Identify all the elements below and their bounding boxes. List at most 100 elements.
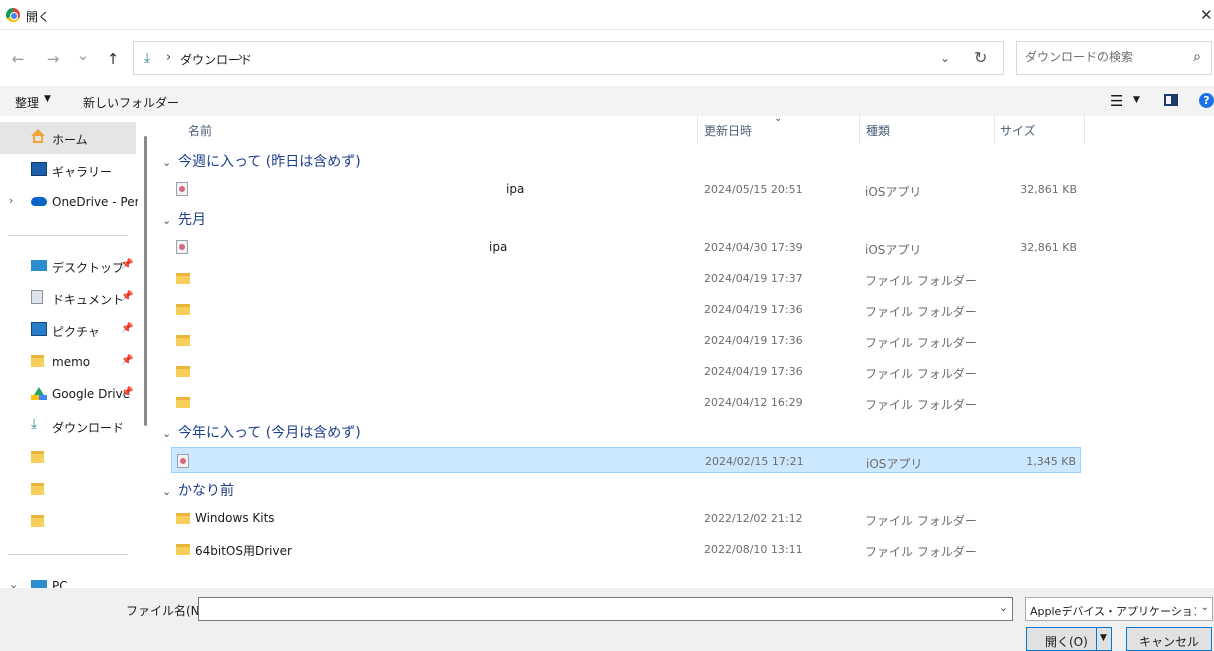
file-type-dropdown-icon[interactable]: ⌄: [1201, 602, 1209, 613]
address-dropdown-icon[interactable]: ⌄: [940, 51, 950, 65]
help-icon[interactable]: ?: [1199, 93, 1214, 108]
open-button[interactable]: 開く(O) ▼: [1026, 627, 1112, 651]
file-size: 1,345 KB: [1026, 455, 1076, 468]
dialog-footer: ファイル名(N): ⌄ Appleデバイス・アプリケーションファイル ⌄ 開く(…: [0, 588, 1214, 651]
file-date: 2024/04/30 17:39: [704, 241, 803, 254]
home-icon: [31, 129, 45, 136]
ipa-file-icon: [176, 182, 188, 196]
sidebar-item-documents[interactable]: ドキュメント 📌: [0, 282, 136, 314]
file-name: Windows Kits: [195, 511, 275, 525]
file-row[interactable]: 2024/04/19 17:37 ファイル フォルダー: [171, 265, 1081, 291]
column-header-size[interactable]: サイズ: [1000, 122, 1036, 150]
search-box[interactable]: ⌕: [1016, 41, 1212, 75]
new-folder-button[interactable]: 新しいフォルダー: [83, 94, 179, 111]
file-row[interactable]: ipa 2024/05/15 20:51 iOSアプリ 32,861 KB: [171, 176, 1081, 202]
file-row[interactable]: 64bitOS用Driver 2022/08/10 13:11 ファイル フォル…: [171, 536, 1081, 562]
collapse-chevron-icon[interactable]: ⌄: [162, 485, 178, 498]
preview-pane-icon[interactable]: [1164, 94, 1178, 106]
column-header-name[interactable]: 名前: [188, 122, 212, 150]
up-arrow-icon[interactable]: ↑: [103, 50, 123, 68]
file-date: 2024/04/19 17:36: [704, 334, 803, 347]
sidebar-item-folder[interactable]: [0, 474, 136, 506]
sidebar-scrollbar[interactable]: [144, 136, 147, 426]
sidebar-item-downloads[interactable]: ⤓ ダウンロード: [0, 410, 136, 442]
filename-input[interactable]: [203, 601, 983, 617]
column-header-date[interactable]: 更新日時: [704, 122, 752, 150]
ipa-file-icon: [177, 454, 189, 468]
google-drive-icon-part: [39, 395, 47, 400]
file-date: 2024/05/15 20:51: [704, 183, 803, 196]
sidebar-item-gallery[interactable]: ギャラリー: [0, 154, 136, 186]
sidebar-item-google-drive[interactable]: Google Drive 📌: [0, 378, 136, 410]
file-date: 2024/04/19 17:36: [704, 303, 803, 316]
sidebar-item-pictures[interactable]: ピクチャ 📌: [0, 314, 136, 346]
column-divider[interactable]: [994, 116, 995, 144]
pin-icon[interactable]: 📌: [121, 291, 133, 302]
column-divider[interactable]: [1084, 116, 1085, 144]
breadcrumb-separator: ›: [166, 50, 172, 65]
file-row[interactable]: 2024/04/19 17:36 ファイル フォルダー: [171, 358, 1081, 384]
sidebar-item-folder[interactable]: [0, 442, 136, 474]
file-row[interactable]: ipa 2024/04/30 17:39 iOSアプリ 32,861 KB: [171, 234, 1081, 260]
open-options-caret-icon[interactable]: ▼: [1100, 633, 1107, 643]
search-input[interactable]: [1025, 50, 1185, 64]
sidebar-item-memo[interactable]: memo 📌: [0, 346, 136, 378]
breadcrumb-separator[interactable]: ›: [238, 50, 243, 65]
address-bar[interactable]: ⤓ › ダウンロード › ⌄ ↻: [133, 41, 1004, 75]
expand-chevron-icon[interactable]: ⌄: [9, 578, 18, 588]
collapse-chevron-icon[interactable]: ⌄: [162, 156, 178, 169]
group-header[interactable]: ⌄ 先月: [162, 209, 206, 231]
recent-locations-chevron-icon[interactable]: ⌄: [73, 46, 93, 64]
back-arrow-icon[interactable]: ←: [8, 50, 28, 68]
pin-icon[interactable]: 📌: [121, 259, 133, 270]
view-options-icon[interactable]: ☰: [1110, 92, 1123, 110]
forward-arrow-icon[interactable]: →: [43, 50, 63, 68]
onedrive-icon: [31, 197, 47, 206]
sidebar-item-pc[interactable]: ⌄ PC: [0, 570, 136, 588]
cancel-button[interactable]: キャンセル: [1126, 627, 1212, 651]
file-row[interactable]: 2024/04/19 17:36 ファイル フォルダー: [171, 296, 1081, 322]
file-row-selected[interactable]: 2024/02/15 17:21 iOSアプリ 1,345 KB: [171, 447, 1081, 473]
group-label: かなり前: [178, 483, 234, 499]
file-row[interactable]: Windows Kits 2022/12/02 21:12 ファイル フォルダー: [171, 505, 1081, 531]
group-header[interactable]: ⌄ 今週に入って (昨日は含めず): [162, 151, 361, 173]
view-options-caret-icon[interactable]: ▼: [1133, 95, 1140, 105]
file-type: ファイル フォルダー: [865, 336, 977, 350]
close-icon[interactable]: ✕: [1200, 6, 1214, 24]
folder-icon: [176, 335, 190, 346]
sidebar-item-onedrive[interactable]: › OneDrive - Personal: [0, 186, 138, 218]
file-row[interactable]: 2024/04/19 17:36 ファイル フォルダー: [171, 327, 1081, 353]
collapse-chevron-icon[interactable]: ⌄: [162, 214, 178, 227]
expand-chevron-icon[interactable]: ›: [9, 194, 13, 207]
file-type: iOSアプリ: [865, 243, 922, 257]
column-header-type[interactable]: 種類: [866, 122, 890, 150]
file-row[interactable]: 2024/04/12 16:29 ファイル フォルダー: [171, 389, 1081, 415]
organize-button[interactable]: 整理: [15, 94, 39, 111]
sidebar-item-folder[interactable]: [0, 506, 136, 538]
file-size: 32,861 KB: [1020, 241, 1077, 254]
sidebar-item-desktop[interactable]: デスクトップ 📌: [0, 250, 136, 282]
filename-dropdown-icon[interactable]: ⌄: [999, 601, 1008, 614]
pin-icon[interactable]: 📌: [121, 323, 133, 334]
file-type-filter[interactable]: Appleデバイス・アプリケーションファイル ⌄: [1025, 597, 1213, 621]
sidebar-item-label: ダウンロード: [52, 421, 125, 435]
column-divider[interactable]: [697, 116, 698, 144]
sidebar-item-label: OneDrive - Personal: [52, 195, 138, 209]
column-divider[interactable]: [859, 116, 860, 144]
group-header[interactable]: ⌄ 今年に入って (今月は含めず): [162, 422, 361, 444]
folder-icon: [176, 513, 190, 524]
file-date: 2022/08/10 13:11: [704, 543, 803, 556]
folder-icon: [31, 355, 44, 367]
file-date: 2024/02/15 17:21: [705, 455, 804, 468]
refresh-icon[interactable]: ↻: [974, 48, 987, 67]
filename-combobox[interactable]: ⌄: [198, 597, 1013, 621]
folder-icon: [176, 366, 190, 377]
pin-icon[interactable]: 📌: [121, 355, 133, 366]
sidebar-item-home[interactable]: ホーム: [0, 122, 136, 154]
organize-caret-icon[interactable]: ▼: [44, 94, 51, 104]
file-type-filter-value: Appleデバイス・アプリケーションファイル: [1030, 605, 1196, 618]
group-header[interactable]: ⌄ かなり前: [162, 480, 234, 502]
pin-icon[interactable]: 📌: [121, 387, 133, 398]
search-icon[interactable]: ⌕: [1193, 49, 1201, 65]
collapse-chevron-icon[interactable]: ⌄: [162, 427, 178, 440]
